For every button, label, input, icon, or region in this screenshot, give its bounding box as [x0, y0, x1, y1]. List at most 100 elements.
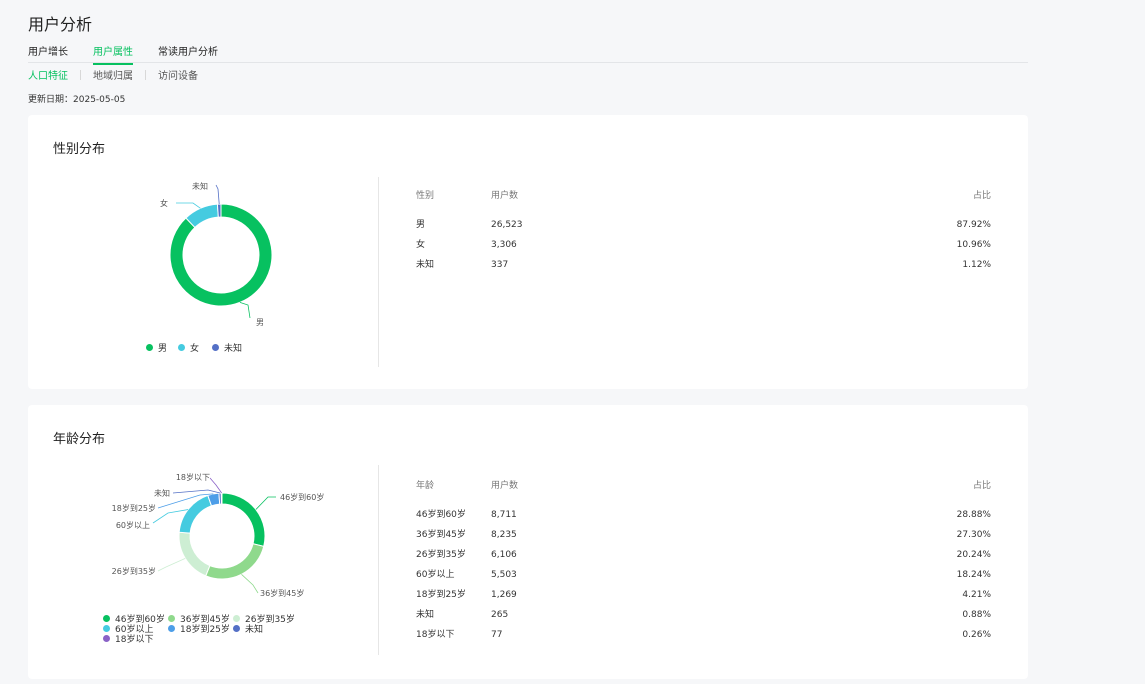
legend-dot — [178, 344, 185, 351]
donut-slice[interactable] — [221, 492, 266, 547]
legend-dot — [233, 615, 240, 622]
subtab-region[interactable]: 地域归属 — [93, 67, 133, 82]
table-row: 女 3,306 10.96% — [416, 235, 991, 255]
age-legend-item[interactable]: 18岁到25岁 — [168, 622, 230, 635]
label-leader-line — [239, 301, 251, 319]
update-date: 更新日期：2025-05-05 — [28, 92, 125, 105]
label-leader-line — [215, 184, 220, 205]
table-row: 未知 265 0.88% — [416, 605, 991, 625]
slice-label: 46岁到60岁 — [280, 492, 324, 502]
table-row: 男 26,523 87.92% — [416, 215, 991, 235]
legend-label: 未知 — [245, 625, 264, 635]
donut-slice[interactable] — [220, 492, 223, 505]
cell-pct: 4.21% — [962, 590, 991, 600]
legend-dot — [233, 625, 240, 632]
update-date-value: 2025-05-05 — [73, 95, 126, 105]
gender-legend-item[interactable]: 男 — [146, 341, 167, 354]
cell-users: 6,106 — [491, 550, 517, 560]
label-leader-line — [157, 558, 186, 572]
header-pct: 占比 — [972, 191, 991, 201]
header-users: 用户数 — [491, 191, 519, 201]
table-row: 36岁到45岁 8,235 27.30% — [416, 525, 991, 545]
slice-label: 未知 — [154, 488, 170, 498]
label-leader-line — [241, 574, 259, 594]
cell-name: 46岁到60岁 — [416, 510, 466, 520]
table-row: 46岁到60岁 8,711 28.88% — [416, 505, 991, 525]
header-gender: 性别 — [416, 191, 435, 201]
cell-pct: 28.88% — [956, 510, 991, 520]
legend-dot — [103, 635, 110, 642]
label-leader-line — [255, 496, 276, 510]
tab-user-attributes[interactable]: 用户属性 — [93, 43, 133, 65]
page-title: 用户分析 — [28, 15, 93, 34]
cell-users: 26,523 — [491, 220, 523, 230]
legend-label: 女 — [190, 344, 200, 354]
legend-dot — [168, 625, 175, 632]
subtab-demographics[interactable]: 人口特征 — [28, 67, 68, 82]
cell-pct: 20.24% — [956, 550, 991, 560]
cell-name: 60岁以上 — [416, 570, 455, 580]
slice-label: 未知 — [192, 181, 208, 191]
table-row: 18岁以下 77 0.26% — [416, 625, 991, 645]
age-card: 年龄分布 46岁到60岁 36岁到45岁 26岁到35岁 60岁以上 18岁到25岁 未知… — [28, 405, 1028, 679]
slice-label: 36岁到45岁 — [260, 588, 304, 598]
cell-pct: 0.88% — [962, 610, 991, 620]
legend-label: 未知 — [224, 344, 243, 354]
gender-card-title: 性别分布 — [53, 142, 106, 157]
cell-users: 5,503 — [491, 570, 517, 580]
gender-card: 性别分布 男女未知 男 女 未知 性别 用户数 占比 男 26,523 87.92%… — [28, 115, 1028, 389]
table-row: 26岁到35岁 6,106 20.24% — [416, 545, 991, 565]
header-users: 用户数 — [491, 481, 519, 491]
cell-users: 8,235 — [491, 530, 517, 540]
donut-slice[interactable] — [216, 203, 222, 218]
table-row: 18岁到25岁 1,269 4.21% — [416, 585, 991, 605]
cell-users: 265 — [491, 610, 509, 620]
donut-slice[interactable] — [178, 531, 211, 577]
cell-name: 26岁到35岁 — [416, 550, 466, 560]
header-pct: 占比 — [972, 481, 991, 491]
age-legend-item[interactable]: 未知 — [233, 622, 263, 635]
subtab-device[interactable]: 访问设备 — [158, 67, 198, 82]
age-table-header: 年龄 用户数 占比 — [416, 476, 991, 496]
slice-label: 女 — [160, 198, 168, 208]
cell-pct: 18.24% — [956, 570, 991, 580]
cell-pct: 87.92% — [956, 220, 991, 230]
cell-users: 1,269 — [491, 590, 517, 600]
cell-pct: 10.96% — [956, 240, 991, 250]
slice-label: 26岁到35岁 — [112, 566, 156, 576]
cell-name: 未知 — [416, 610, 435, 620]
donut-slice[interactable] — [169, 203, 273, 307]
age-table: 年龄 用户数 占比 46岁到60岁 8,711 28.88% 36岁到45岁 8,23… — [416, 476, 991, 645]
label-leader-line — [176, 202, 201, 209]
header-age: 年龄 — [416, 481, 435, 491]
cell-name: 18岁以下 — [416, 630, 455, 640]
cell-name: 18岁到25岁 — [416, 590, 466, 600]
cell-name: 男 — [416, 220, 426, 230]
tab-user-growth[interactable]: 用户增长 — [28, 43, 68, 63]
legend-label: 18岁以下 — [115, 635, 154, 645]
gender-table: 性别 用户数 占比 男 26,523 87.92% 女 3,306 10.96% 未知 3… — [416, 186, 991, 275]
slice-label: 60岁以上 — [116, 520, 150, 530]
donut-slice[interactable] — [205, 543, 265, 580]
gender-legend-item[interactable]: 未知 — [212, 341, 242, 354]
subtab-separator — [80, 69, 81, 80]
main-tabs: 用户增长 用户属性 常读用户分析 — [28, 43, 1028, 65]
card-divider — [378, 465, 379, 655]
legend-dot — [212, 344, 219, 351]
subtab-separator — [145, 69, 146, 80]
gender-legend-item[interactable]: 女 — [178, 341, 199, 354]
label-leader-line — [172, 489, 221, 494]
donut-slice[interactable] — [178, 494, 213, 534]
cell-name: 未知 — [416, 260, 435, 270]
legend-dot — [103, 625, 110, 632]
age-donut-chart: 46岁到60岁 36岁到45岁 26岁到35岁 60岁以上 18岁到25岁 未知 18岁以下 — [112, 472, 325, 598]
age-legend-item[interactable]: 18岁以下 — [103, 632, 153, 645]
cell-pct: 0.26% — [962, 630, 991, 640]
tab-frequent-readers[interactable]: 常读用户分析 — [158, 43, 218, 63]
cell-name: 女 — [416, 240, 426, 250]
legend-label: 男 — [158, 344, 168, 354]
cell-pct: 27.30% — [956, 530, 991, 540]
card-divider — [378, 177, 379, 367]
gender-legend: 男 女 未知 — [146, 341, 346, 355]
cell-users: 77 — [491, 630, 503, 640]
